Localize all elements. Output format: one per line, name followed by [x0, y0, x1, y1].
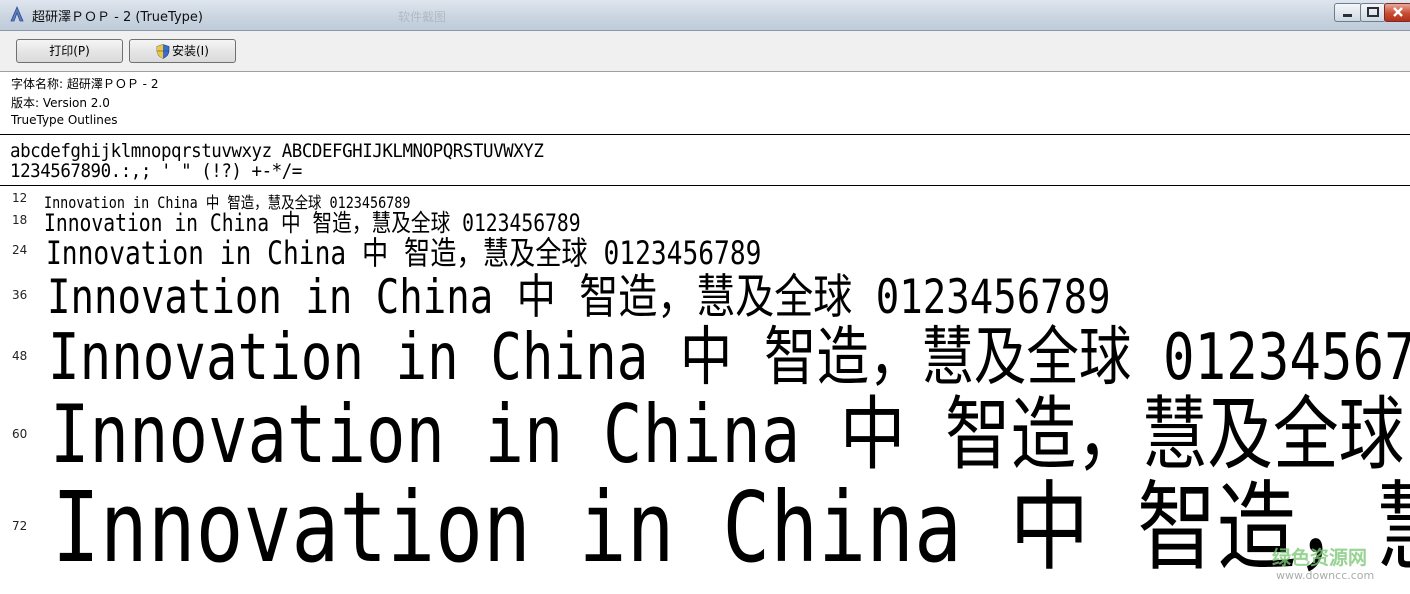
uac-shield-icon: [156, 44, 170, 59]
maximize-button[interactable]: [1360, 3, 1386, 22]
charset-digits-symbols: 1234567890.:,; ' " (!?) +-*/=: [10, 160, 302, 182]
close-icon: [1393, 7, 1403, 17]
print-button[interactable]: 打印(P): [16, 39, 123, 63]
background-window-text: 软件截图: [398, 10, 447, 24]
watermark-url: www.downcc.com: [1276, 569, 1375, 582]
minimize-button[interactable]: [1334, 3, 1362, 22]
sample-text: Innovation in China 中 智造，慧及全球 0123456789: [52, 471, 1410, 584]
size-label: 60: [12, 427, 28, 441]
install-button-label: 安装(I): [172, 44, 209, 58]
watermark-brand: 绿色资源网: [1272, 547, 1368, 569]
size-label: 18: [12, 213, 28, 227]
font-name-line: 字体名称: 超研澤ＰＯＰ - 2: [11, 77, 159, 91]
title-bar[interactable]: 超研澤ＰＯＰ - 2 (TrueType) 软件截图: [0, 0, 1410, 31]
size-label: 36: [12, 288, 28, 302]
font-info-panel: 字体名称: 超研澤ＰＯＰ - 2 版本: Version 2.0 TrueTyp…: [0, 72, 1410, 135]
charset-letters: abcdefghijklmnopqrstuvwxyz ABCDEFGHIJKLM…: [10, 140, 544, 162]
version-line: 版本: Version 2.0: [11, 96, 110, 110]
close-button[interactable]: [1384, 3, 1410, 22]
outline-type-line: TrueType Outlines: [11, 113, 118, 127]
size-label: 48: [12, 349, 28, 363]
size-label: 12: [12, 191, 28, 205]
size-label: 72: [12, 519, 28, 533]
charset-preview: abcdefghijklmnopqrstuvwxyz ABCDEFGHIJKLM…: [0, 135, 1410, 186]
size-label: 24: [12, 243, 28, 257]
window-title: 超研澤ＰＯＰ - 2 (TrueType): [32, 10, 203, 25]
toolbar: 打印(P) 安装(I): [0, 31, 1410, 72]
minimize-icon: [1343, 14, 1352, 17]
maximize-icon: [1367, 7, 1379, 17]
install-button[interactable]: 安装(I): [129, 39, 236, 63]
font-app-icon: [10, 5, 24, 22]
